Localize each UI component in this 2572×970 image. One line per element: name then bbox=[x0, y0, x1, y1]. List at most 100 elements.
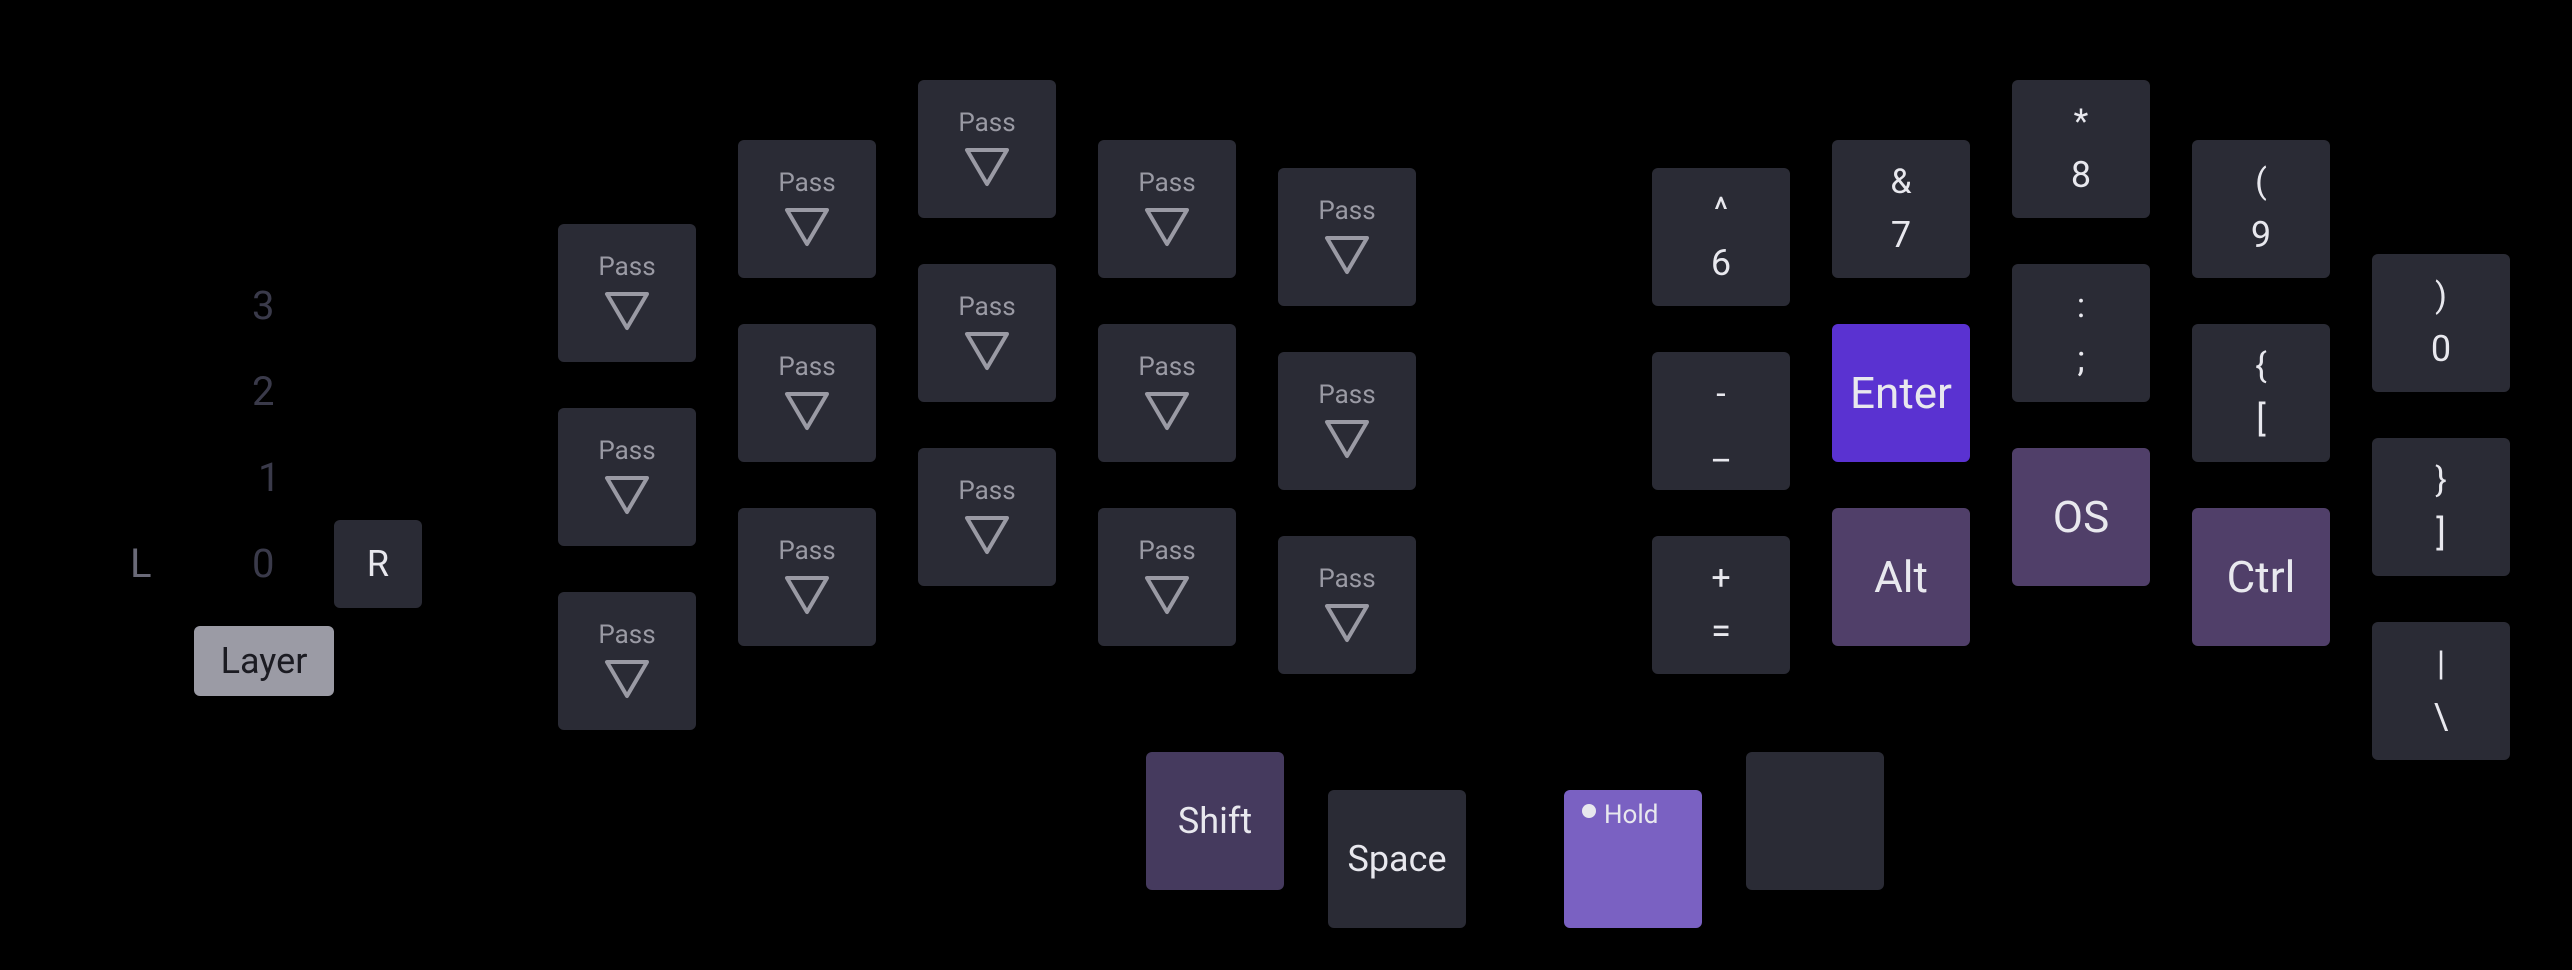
key-9-shift: ( bbox=[2255, 165, 2267, 199]
key-enter-label: Enter bbox=[1850, 367, 1952, 419]
key-left-bracket-shift: { bbox=[2255, 349, 2267, 383]
key-semicolon-shift: : bbox=[2077, 289, 2085, 323]
transparent-icon bbox=[961, 512, 1013, 558]
key-alt-label: Alt bbox=[1874, 551, 1928, 603]
key-left-c5-r3[interactable]: Pass bbox=[1278, 536, 1416, 674]
key-shift[interactable]: Shift bbox=[1146, 752, 1284, 890]
key-6[interactable]: ^ 6 bbox=[1652, 168, 1790, 306]
key-backslash-shift: | bbox=[2437, 647, 2445, 681]
layer-number-3[interactable]: 3 bbox=[252, 282, 274, 329]
key-9-base: 9 bbox=[2251, 217, 2271, 253]
key-semicolon[interactable]: : ; bbox=[2012, 264, 2150, 402]
key-left-c4-r3[interactable]: Pass bbox=[1098, 508, 1236, 646]
key-backslash-base: \ bbox=[2434, 699, 2449, 735]
key-8-shift: * bbox=[2074, 105, 2089, 139]
key-minus[interactable]: - _ bbox=[1652, 352, 1790, 490]
transparent-icon bbox=[781, 204, 833, 250]
key-left-c2-r1[interactable]: Pass bbox=[738, 140, 876, 278]
pass-label: Pass bbox=[598, 252, 655, 282]
key-left-c4-r2[interactable]: Pass bbox=[1098, 324, 1236, 462]
pass-label: Pass bbox=[958, 476, 1015, 506]
key-os[interactable]: OS bbox=[2012, 448, 2150, 586]
key-0-shift: ) bbox=[2435, 279, 2447, 313]
transparent-icon bbox=[601, 472, 653, 518]
key-os-label: OS bbox=[2053, 491, 2109, 543]
transparent-icon bbox=[781, 572, 833, 618]
key-8-base: 8 bbox=[2071, 157, 2091, 193]
pass-label: Pass bbox=[598, 436, 655, 466]
key-9[interactable]: ( 9 bbox=[2192, 140, 2330, 278]
pass-label: Pass bbox=[598, 620, 655, 650]
key-7-shift: & bbox=[1890, 165, 1911, 199]
key-0[interactable]: ) 0 bbox=[2372, 254, 2510, 392]
transparent-icon bbox=[961, 328, 1013, 374]
key-left-bracket-base: [ bbox=[2256, 401, 2266, 437]
key-left-c1-r3[interactable]: Pass bbox=[558, 592, 696, 730]
key-7[interactable]: & 7 bbox=[1832, 140, 1970, 278]
hold-indicator-icon bbox=[1582, 804, 1596, 818]
transparent-icon bbox=[1321, 232, 1373, 278]
side-right-button[interactable]: R bbox=[334, 520, 422, 608]
transparent-icon bbox=[1141, 204, 1193, 250]
transparent-icon bbox=[961, 144, 1013, 190]
key-left-c2-r3[interactable]: Pass bbox=[738, 508, 876, 646]
pass-label: Pass bbox=[778, 352, 835, 382]
key-0-base: 0 bbox=[2431, 331, 2451, 367]
key-enter[interactable]: Enter bbox=[1832, 324, 1970, 462]
transparent-icon bbox=[1141, 572, 1193, 618]
key-minus-base: _ bbox=[1713, 429, 1729, 465]
key-right-bracket[interactable]: } ] bbox=[2372, 438, 2510, 576]
pass-label: Pass bbox=[778, 168, 835, 198]
key-left-c3-r2[interactable]: Pass bbox=[918, 264, 1056, 402]
key-space-label: Space bbox=[1347, 838, 1446, 880]
key-equal[interactable]: + = bbox=[1652, 536, 1790, 674]
key-shift-label: Shift bbox=[1178, 800, 1252, 842]
key-left-c3-r3[interactable]: Pass bbox=[918, 448, 1056, 586]
transparent-icon bbox=[1141, 388, 1193, 434]
pass-label: Pass bbox=[1138, 352, 1195, 382]
key-right-bracket-shift: } bbox=[2435, 463, 2447, 497]
transparent-icon bbox=[1321, 600, 1373, 646]
key-6-shift: ^ bbox=[1714, 193, 1728, 227]
key-right-bracket-base: ] bbox=[2436, 515, 2446, 551]
key-hold-label: Hold bbox=[1604, 800, 1658, 830]
transparent-icon bbox=[601, 288, 653, 334]
pass-label: Pass bbox=[778, 536, 835, 566]
key-equal-shift: + bbox=[1711, 561, 1730, 595]
layer-number-2[interactable]: 2 bbox=[252, 368, 274, 415]
key-7-base: 7 bbox=[1891, 217, 1911, 253]
key-ctrl[interactable]: Ctrl bbox=[2192, 508, 2330, 646]
key-left-c2-r2[interactable]: Pass bbox=[738, 324, 876, 462]
key-left-c1-r1[interactable]: Pass bbox=[558, 224, 696, 362]
key-left-c5-r2[interactable]: Pass bbox=[1278, 352, 1416, 490]
key-8[interactable]: * 8 bbox=[2012, 80, 2150, 218]
key-6-base: 6 bbox=[1711, 245, 1731, 281]
transparent-icon bbox=[781, 388, 833, 434]
pass-label: Pass bbox=[958, 292, 1015, 322]
pass-label: Pass bbox=[958, 108, 1015, 138]
side-left-label[interactable]: L bbox=[130, 540, 152, 587]
key-semicolon-base: ; bbox=[2077, 341, 2085, 377]
layer-number-0[interactable]: 0 bbox=[252, 540, 274, 587]
side-right-label: R bbox=[367, 543, 389, 585]
layer-button-label: Layer bbox=[221, 640, 308, 682]
key-left-bracket[interactable]: { [ bbox=[2192, 324, 2330, 462]
key-left-c5-r1[interactable]: Pass bbox=[1278, 168, 1416, 306]
key-hold[interactable]: Hold bbox=[1564, 790, 1702, 928]
transparent-icon bbox=[1321, 416, 1373, 462]
key-left-c3-r1[interactable]: Pass bbox=[918, 80, 1056, 218]
key-alt[interactable]: Alt bbox=[1832, 508, 1970, 646]
key-ctrl-label: Ctrl bbox=[2227, 551, 2296, 603]
key-left-c1-r2[interactable]: Pass bbox=[558, 408, 696, 546]
layer-button[interactable]: Layer bbox=[194, 626, 334, 696]
key-left-c4-r1[interactable]: Pass bbox=[1098, 140, 1236, 278]
keyboard-layout: 3 2 1 0 L R Layer Pass Pass Pass Pass Pa… bbox=[0, 0, 2572, 970]
key-equal-base: = bbox=[1711, 613, 1731, 649]
transparent-icon bbox=[601, 656, 653, 702]
pass-label: Pass bbox=[1138, 536, 1195, 566]
layer-number-1[interactable]: 1 bbox=[258, 454, 280, 501]
pass-label: Pass bbox=[1138, 168, 1195, 198]
key-space[interactable]: Space bbox=[1328, 790, 1466, 928]
key-backslash[interactable]: | \ bbox=[2372, 622, 2510, 760]
key-thumb-blank[interactable] bbox=[1746, 752, 1884, 890]
